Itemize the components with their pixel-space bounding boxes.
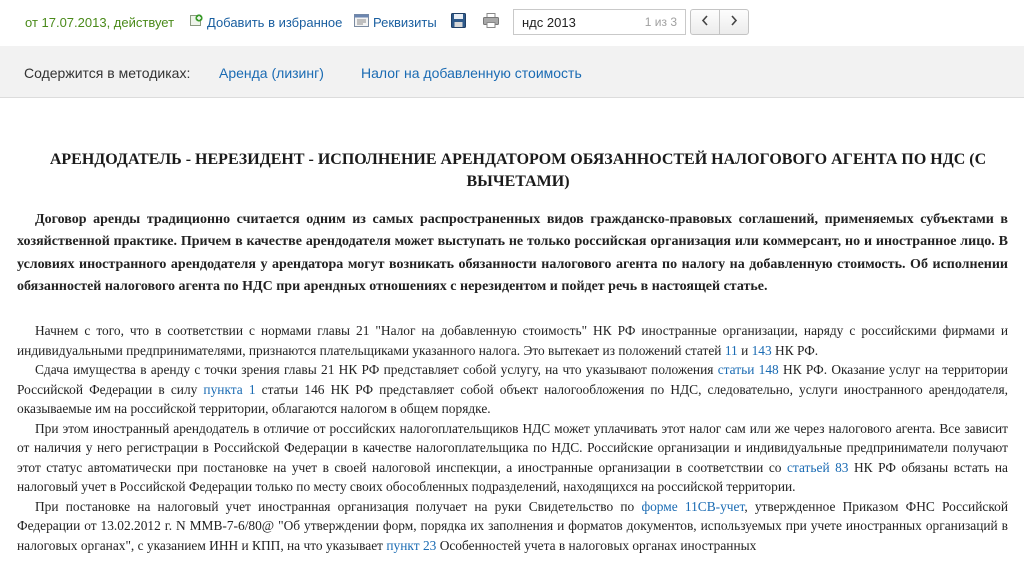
add-favorite-icon (190, 14, 203, 30)
requisites-label: Реквизиты (373, 14, 437, 30)
document-search: 1 из 3 (513, 9, 686, 35)
article-link[interactable]: 11 (725, 343, 738, 358)
previous-result-button[interactable] (690, 9, 720, 35)
article-link[interactable]: статьей 83 (787, 460, 849, 475)
document-search-input[interactable] (522, 13, 632, 31)
paragraph: Начнем с того, что в соответствии с норм… (17, 321, 1008, 360)
paragraph-text: и (737, 342, 752, 358)
method-link-vat[interactable]: Налог на добавленную стоимость (361, 65, 582, 81)
paragraph-text: Начнем с того, что в соответствии с норм… (17, 323, 1008, 358)
requisites-button[interactable]: Реквизиты (354, 14, 437, 30)
methods-label: Содержится в методиках: (24, 65, 191, 81)
next-result-button[interactable] (719, 9, 749, 35)
paragraph-text: НК РФ. (771, 342, 819, 358)
paragraph: При этом иностранный арендодатель в отли… (17, 419, 1008, 497)
document-text: Начнем с того, что в соответствии с норм… (17, 321, 1008, 555)
paragraph: При постановке на налоговый учет иностра… (17, 497, 1008, 556)
paragraph: Сдача имущества в аренду с точки зрения … (17, 360, 1008, 419)
method-link-lease[interactable]: Аренда (лизинг) (219, 65, 324, 81)
requisites-icon (354, 14, 369, 30)
chevron-right-icon (730, 13, 738, 31)
document-body: АРЕНДОДАТЕЛЬ - НЕРЕЗИДЕНТ - ИСПОЛНЕНИЕ А… (0, 98, 1024, 585)
methods-bar: Содержится в методиках: Аренда (лизинг) … (0, 46, 1024, 98)
document-status: от 17.07.2013, действует (25, 15, 175, 30)
chevron-left-icon (701, 13, 709, 31)
print-icon[interactable] (483, 13, 499, 33)
paragraph-text: Особенностей учета в налоговых органах и… (436, 537, 757, 553)
paragraph-text: При постановке на налоговый учет иностра… (35, 498, 642, 514)
document-toolbar: от 17.07.2013, действует Добавить в избр… (0, 0, 1024, 46)
paragraph-text: Сдача имущества в аренду с точки зрения … (35, 362, 718, 377)
add-to-favorites-button[interactable]: Добавить в избранное (190, 14, 342, 30)
document-lead: Договор аренды традиционно считается одн… (17, 212, 1008, 294)
add-to-favorites-label: Добавить в избранное (207, 14, 343, 30)
article-link[interactable]: пункт 23 (386, 538, 436, 553)
save-icon[interactable] (451, 13, 466, 33)
document-title: АРЕНДОДАТЕЛЬ - НЕРЕЗИДЕНТ - ИСПОЛНЕНИЕ А… (49, 151, 987, 190)
article-link[interactable]: 143 (752, 343, 772, 358)
article-link[interactable]: пункта 1 (203, 382, 255, 397)
form-link[interactable]: форме 11СВ-учет (641, 499, 744, 514)
search-result-count: 1 из 3 (644, 15, 677, 29)
article-link[interactable]: статьи 148 (718, 362, 779, 377)
